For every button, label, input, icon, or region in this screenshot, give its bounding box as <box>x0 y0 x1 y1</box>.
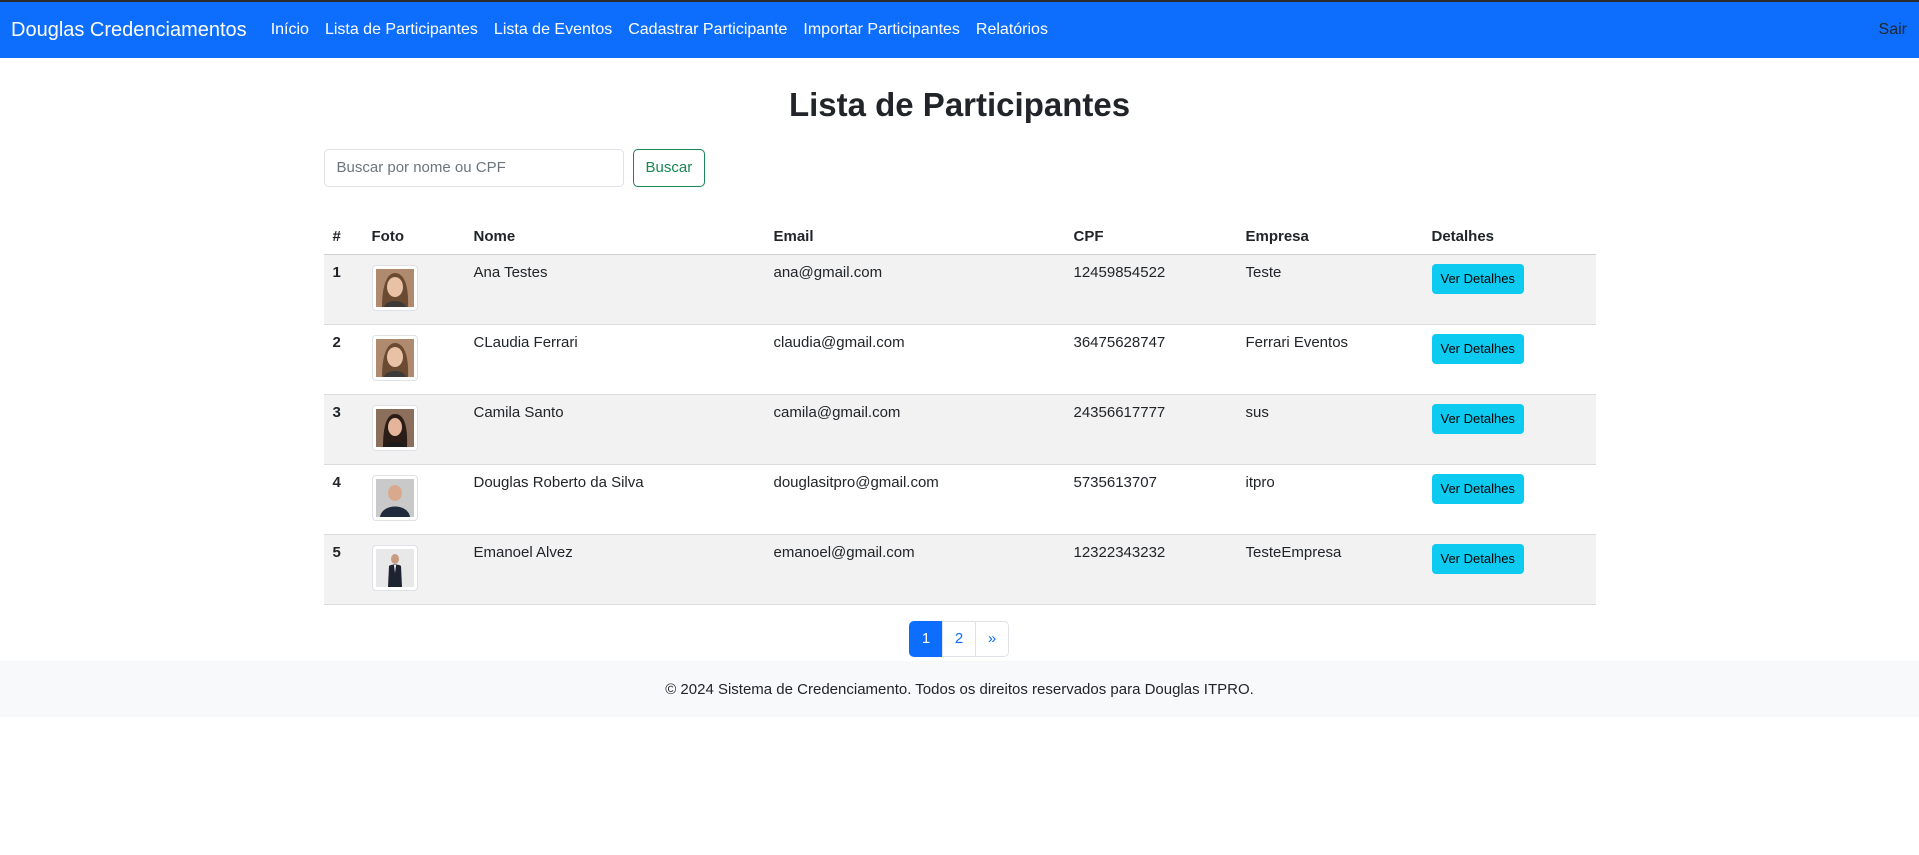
column-header-email: Email <box>764 218 1065 255</box>
participant-email: claudia@gmail.com <box>764 324 1065 395</box>
search-button[interactable]: Buscar <box>632 148 706 187</box>
view-details-button[interactable]: Ver Detalhes <box>1431 473 1524 504</box>
column-header-name: Nome <box>464 218 765 255</box>
pagination: 1 2 » <box>324 620 1596 657</box>
search-input[interactable] <box>323 148 624 187</box>
table-row: 3 Camila Santo camila@gmail.com 24356617… <box>323 394 1596 465</box>
column-header-cpf: CPF <box>1064 218 1237 255</box>
participant-email: douglasitpro@gmail.com <box>764 464 1065 535</box>
participants-table: # Foto Nome Email CPF Empresa Detalhes 1… <box>323 218 1596 605</box>
nav-link-importar-participantes[interactable]: Importar Participantes <box>803 21 960 39</box>
photo-cell <box>362 534 465 605</box>
participant-name: CLaudia Ferrari <box>464 324 765 395</box>
participant-photo <box>371 474 418 521</box>
footer: © 2024 Sistema de Credenciamento. Todos … <box>0 661 1919 717</box>
page-1-link[interactable]: 1 <box>909 620 943 657</box>
column-header-details: Detalhes <box>1422 218 1596 255</box>
participant-cpf: 24356617777 <box>1064 394 1237 465</box>
participant-cpf: 12459854522 <box>1064 254 1237 325</box>
main-container: Lista de Participantes Buscar # Foto Nom… <box>323 85 1596 657</box>
footer-text: © 2024 Sistema de Credenciamento. Todos … <box>665 680 1254 698</box>
row-number: 2 <box>323 324 363 395</box>
participant-company: TesteEmpresa <box>1236 534 1423 605</box>
participant-cpf: 5735613707 <box>1064 464 1237 535</box>
details-cell: Ver Detalhes <box>1422 254 1596 325</box>
table-header-row: # Foto Nome Email CPF Empresa Detalhes <box>323 218 1596 255</box>
participant-name: Ana Testes <box>464 254 765 325</box>
photo-cell <box>362 254 465 325</box>
table-row: 4 Douglas Roberto da Silva douglasitpro@… <box>323 464 1596 535</box>
brand-link[interactable]: Douglas Credenciamentos <box>11 19 247 42</box>
logout-link[interactable]: Sair <box>1879 21 1907 39</box>
details-cell: Ver Detalhes <box>1422 324 1596 395</box>
search-form: Buscar <box>323 148 1596 187</box>
participant-photo <box>371 264 418 311</box>
participant-photo <box>371 334 418 381</box>
nav-link-inicio[interactable]: Início <box>271 21 309 39</box>
participant-company: sus <box>1236 394 1423 465</box>
participant-name: Emanoel Alvez <box>464 534 765 605</box>
view-details-button[interactable]: Ver Detalhes <box>1431 543 1524 574</box>
row-number: 5 <box>323 534 363 605</box>
row-number: 1 <box>323 254 363 325</box>
nav-link-lista-participantes[interactable]: Lista de Participantes <box>325 21 478 39</box>
row-number: 4 <box>323 464 363 535</box>
participant-email: ana@gmail.com <box>764 254 1065 325</box>
table-row: 1 Ana Testes ana@gmail.com 12459854522 T… <box>323 254 1596 325</box>
table-row: 2 CLaudia Ferrari claudia@gmail.com 3647… <box>323 324 1596 395</box>
top-navbar: Douglas Credenciamentos Início Lista de … <box>0 0 1919 58</box>
page-title: Lista de Participantes <box>788 86 1131 123</box>
participant-name: Douglas Roberto da Silva <box>464 464 765 535</box>
column-header-photo: Foto <box>362 218 465 255</box>
next-page-link[interactable]: » <box>975 620 1009 657</box>
photo-cell <box>362 324 465 395</box>
participant-cpf: 12322343232 <box>1064 534 1237 605</box>
nav-link-lista-eventos[interactable]: Lista de Eventos <box>494 21 612 39</box>
participant-email: camila@gmail.com <box>764 394 1065 465</box>
photo-cell <box>362 394 465 465</box>
participant-photo <box>371 544 418 591</box>
participant-company: Teste <box>1236 254 1423 325</box>
photo-cell <box>362 464 465 535</box>
nav-link-relatorios[interactable]: Relatórios <box>976 21 1048 39</box>
view-details-button[interactable]: Ver Detalhes <box>1431 263 1524 294</box>
participant-company: Ferrari Eventos <box>1236 324 1423 395</box>
participant-company: itpro <box>1236 464 1423 535</box>
participant-name: Camila Santo <box>464 394 765 465</box>
column-header-number: # <box>323 218 363 255</box>
view-details-button[interactable]: Ver Detalhes <box>1431 333 1524 364</box>
row-number: 3 <box>323 394 363 465</box>
page-2-link[interactable]: 2 <box>942 620 976 657</box>
table-row: 5 Emanoel Alvez emanoel@gmail.com 123223… <box>323 534 1596 605</box>
nav-link-cadastrar-participante[interactable]: Cadastrar Participante <box>628 21 787 39</box>
participant-photo <box>371 404 418 451</box>
participant-email: emanoel@gmail.com <box>764 534 1065 605</box>
participant-cpf: 36475628747 <box>1064 324 1237 395</box>
view-details-button[interactable]: Ver Detalhes <box>1431 403 1524 434</box>
details-cell: Ver Detalhes <box>1422 394 1596 465</box>
details-cell: Ver Detalhes <box>1422 464 1596 535</box>
details-cell: Ver Detalhes <box>1422 534 1596 605</box>
column-header-company: Empresa <box>1236 218 1423 255</box>
